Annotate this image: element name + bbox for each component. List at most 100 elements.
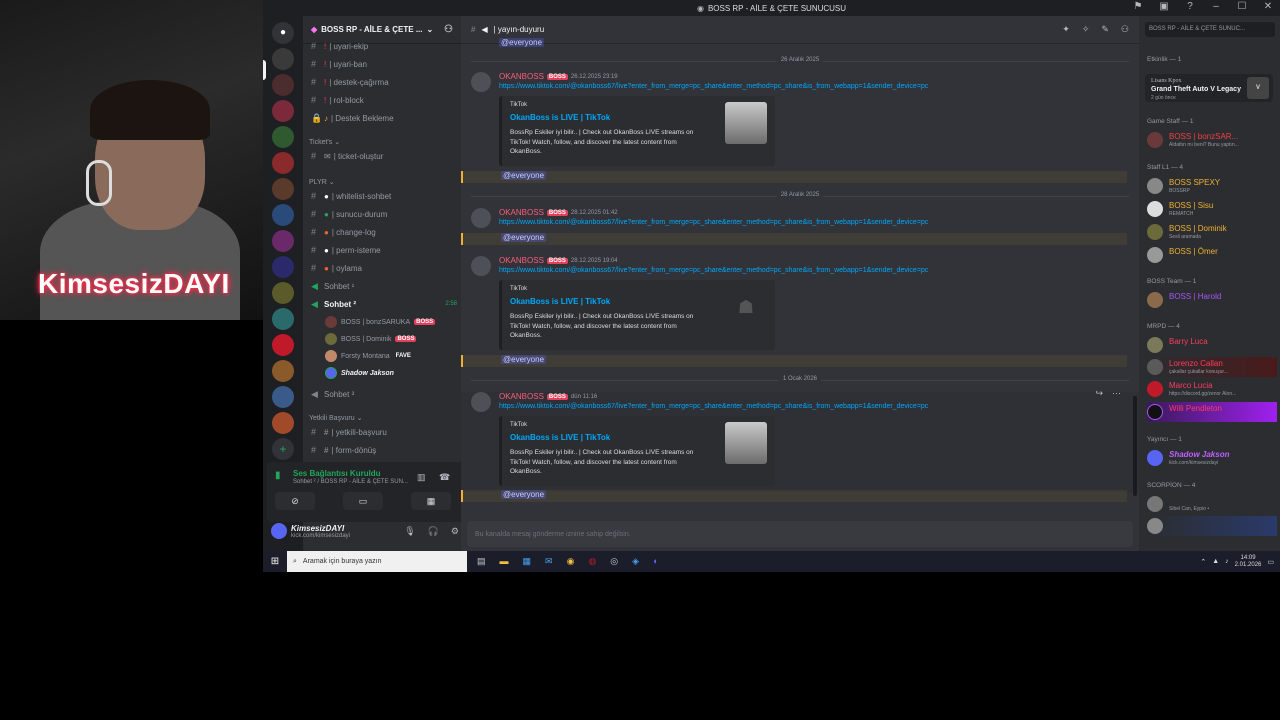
maximize-button[interactable]: ☐: [1236, 1, 1248, 12]
avatar[interactable]: [471, 72, 491, 92]
member[interactable]: Shadow Jakson kick.com/kimsesizdayi: [1147, 448, 1277, 468]
headphones-icon[interactable]: 🎧: [428, 526, 439, 537]
voice-status[interactable]: Ses Bağlantısı Kuruldu: [293, 469, 381, 478]
channel-yetkili-basvuru[interactable]: # # | yetkili-başvuru: [311, 424, 387, 440]
member[interactable]: BOSS | Ömer: [1147, 245, 1277, 265]
embed-title[interactable]: OkanBoss is LIVE | TikTok: [510, 297, 610, 306]
flag-icon[interactable]: ⚑: [1132, 1, 1144, 12]
share-icon[interactable]: ↪: [1095, 388, 1103, 399]
channel-form-donus[interactable]: # # | form-dönüş: [311, 442, 376, 458]
noise-suppression-icon[interactable]: ▥: [417, 472, 426, 483]
help-icon[interactable]: ?: [1184, 1, 1196, 12]
server-icon[interactable]: [272, 360, 294, 382]
category-plyr[interactable]: PLYR ⌄: [309, 178, 335, 186]
steam-icon[interactable]: ◎: [610, 556, 618, 567]
gear-icon[interactable]: ⚙: [451, 526, 459, 537]
file-explorer-icon[interactable]: ▬: [500, 556, 509, 567]
member[interactable]: BOSS | Dominik Sesli aramada: [1147, 222, 1277, 242]
mention-everyone[interactable]: @everyone: [501, 233, 547, 242]
server-icon[interactable]: [272, 308, 294, 330]
add-member-icon[interactable]: ⚇: [444, 24, 453, 35]
server-icon[interactable]: [272, 282, 294, 304]
avatar[interactable]: [471, 392, 491, 412]
voice-user[interactable]: Forsty Montana FAVE: [325, 348, 413, 364]
message-author[interactable]: OKANBOSS BOSS 28.12.2025 01:42: [499, 208, 618, 217]
server-icon[interactable]: [272, 178, 294, 200]
message-link[interactable]: https://www.tiktok.com/@okanboss67/live?…: [499, 267, 928, 274]
store-icon[interactable]: ▦: [523, 556, 532, 567]
channel-perm-isteme[interactable]: # ● | perm-isteme: [311, 242, 381, 258]
channel-sunucu-durum[interactable]: # ● | sunucu-durum: [311, 206, 387, 222]
channel-destek-bekleme[interactable]: 🔒 ♪ | Destek Bekleme: [311, 110, 394, 126]
member[interactable]: [1147, 516, 1277, 536]
category-tickets[interactable]: Ticket's ⌄: [309, 138, 340, 146]
member[interactable]: BOSS SPEXY BOSSRP: [1147, 176, 1277, 196]
message-link[interactable]: https://www.tiktok.com/@okanboss67/live?…: [499, 83, 928, 90]
member[interactable]: BOSS | Sisu REMATCH: [1147, 199, 1277, 219]
more-options-icon[interactable]: ⋯: [1112, 388, 1121, 399]
channel-ticket-olustur[interactable]: # ✉ | ticket-oluştur: [311, 148, 383, 164]
threads-icon[interactable]: ✦: [1062, 24, 1070, 35]
server-icon[interactable]: [272, 48, 294, 70]
avatar[interactable]: [471, 256, 491, 276]
disconnect-icon[interactable]: ☎: [439, 472, 450, 483]
windows-start-icon[interactable]: ⊞: [263, 556, 287, 567]
mention-everyone[interactable]: @everyone: [499, 38, 545, 47]
server-icon[interactable]: [272, 386, 294, 408]
voice-channel-sohbet-1[interactable]: ◀ Sohbet ¹: [311, 278, 354, 294]
notification-icon[interactable]: ▭: [1267, 558, 1274, 566]
server-icon[interactable]: [272, 152, 294, 174]
message-link[interactable]: https://www.tiktok.com/@okanboss67/live?…: [499, 403, 928, 410]
channel-uyari-ban[interactable]: #! | uyari-ban: [311, 56, 367, 72]
message-author[interactable]: OKANBOSS BOSS 26.12.2025 23:19: [499, 72, 618, 81]
app-icon[interactable]: ◍: [588, 556, 596, 567]
voice-user[interactable]: BOSS | Dominik BOSS: [325, 331, 417, 347]
taskbar-search-input[interactable]: ⌕ Aramak için buraya yazın: [287, 551, 467, 572]
voice-user[interactable]: Shadow Jakson: [325, 365, 394, 381]
chrome-icon[interactable]: ◉: [567, 556, 575, 567]
embed-thumbnail[interactable]: [725, 422, 767, 464]
server-icon[interactable]: [272, 100, 294, 122]
embed-title[interactable]: OkanBoss is LIVE | TikTok: [510, 113, 610, 122]
channel-oylama[interactable]: # ● | oylama: [311, 260, 362, 276]
server-icon[interactable]: [272, 412, 294, 434]
add-server-icon[interactable]: +: [272, 438, 294, 460]
channel-change-log[interactable]: # ● | change-log: [311, 224, 376, 240]
discord-home-icon[interactable]: ●: [272, 22, 294, 44]
category-yetkili[interactable]: Yetkili Başvuru ⌄: [309, 414, 362, 422]
pin-icon[interactable]: ✎: [1101, 24, 1109, 35]
screen-share-button[interactable]: ▭: [343, 492, 383, 510]
avatar[interactable]: [471, 208, 491, 228]
member[interactable]: Lorenzo Callan çakallar çukallar konuşur.…: [1147, 357, 1277, 377]
message-author[interactable]: OKANBOSS BOSS 28.12.2025 19:04: [499, 256, 618, 265]
chevron-up-icon[interactable]: ⌃: [1200, 558, 1206, 566]
member[interactable]: BOSS | Harold: [1147, 290, 1277, 310]
server-icon[interactable]: [272, 126, 294, 148]
embed-thumbnail[interactable]: [725, 102, 767, 144]
server-icon[interactable]: [272, 74, 294, 96]
mention-everyone[interactable]: @everyone: [501, 490, 547, 499]
microphone-icon[interactable]: 🎙: [404, 526, 415, 537]
embed-thumbnail[interactable]: ☗: [725, 286, 767, 328]
voice-user[interactable]: BOSS | bonzSARUKA BOSS: [325, 314, 436, 330]
server-icon[interactable]: [272, 334, 294, 356]
message-link[interactable]: https://www.tiktok.com/@okanboss67/live?…: [499, 219, 928, 226]
clock[interactable]: 14:09 2.01.2026: [1235, 555, 1262, 569]
chat-scrollbar[interactable]: [1133, 396, 1137, 496]
mute-icon[interactable]: ✧: [1082, 24, 1090, 35]
user-info[interactable]: KimsesizDAYI kick.com/kimsesizdayi: [291, 524, 350, 539]
member[interactable]: Willi Pendleton: [1147, 402, 1277, 422]
search-input[interactable]: BOSS RP - AİLE & ÇETE SUNUC...: [1145, 22, 1275, 37]
channel-rol-block[interactable]: #! | rol-block: [311, 92, 364, 108]
volume-icon[interactable]: ♪: [1225, 558, 1229, 565]
avatar[interactable]: [271, 523, 287, 539]
inbox-icon[interactable]: ▣: [1158, 1, 1170, 12]
member[interactable]: BOSS | bonzSAR... Aldattın mı beni? Bunu …: [1147, 130, 1277, 150]
camera-button[interactable]: ⊘: [275, 492, 315, 510]
activities-button[interactable]: ▦: [411, 492, 451, 510]
server-icon[interactable]: [272, 230, 294, 252]
minimize-button[interactable]: –: [1210, 1, 1222, 12]
voice-location[interactable]: Sohbet ² / BOSS RP - AİLE & ÇETE SUN...: [293, 479, 408, 485]
task-view-icon[interactable]: ▤: [477, 556, 486, 567]
message-composer[interactable]: Bu kanalda mesaj gönderme iznine sahip d…: [467, 521, 1133, 547]
